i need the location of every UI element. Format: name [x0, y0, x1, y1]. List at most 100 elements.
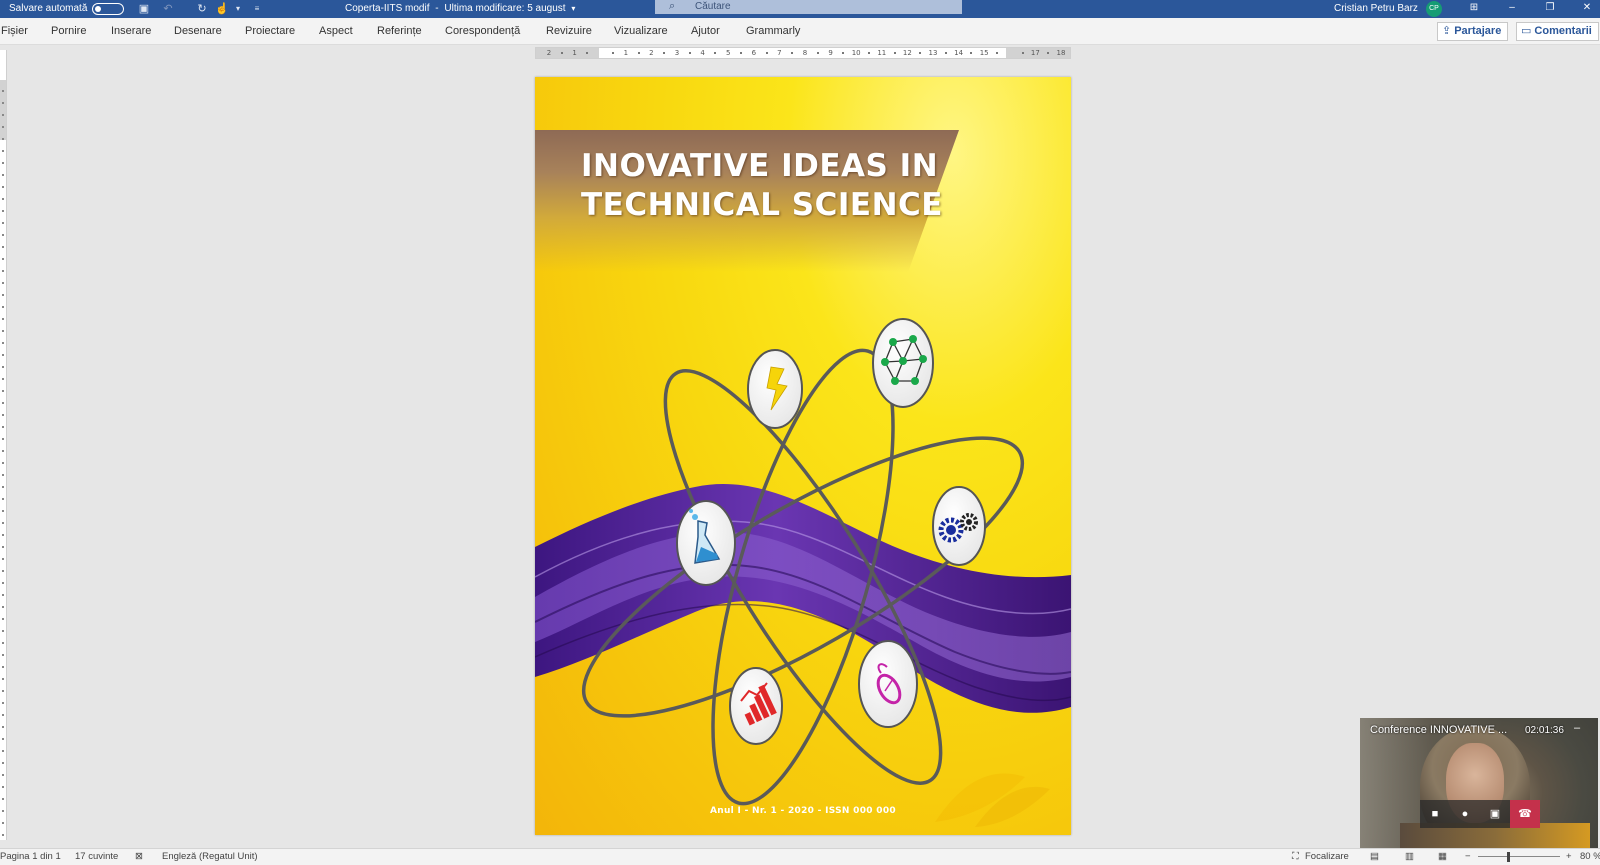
chevron-down-icon: ▾ [571, 4, 576, 13]
read-mode-icon[interactable]: ▤ [1370, 849, 1379, 865]
comments-button[interactable]: ▭ Comentarii [1516, 22, 1599, 41]
touch-mode-icon[interactable]: ☝ [214, 1, 230, 17]
ruler-label: 6 [751, 49, 757, 57]
ruler-tick [688, 52, 691, 54]
tab-file[interactable]: Fișier [1, 18, 28, 45]
ruler-tick [2, 342, 4, 344]
ruler-tick [2, 234, 4, 236]
restore-icon[interactable]: ❐ [1538, 0, 1562, 18]
share-icon: ⇪ [1442, 25, 1452, 37]
ruler-tick [2, 354, 4, 356]
print-layout-icon[interactable]: ▥ [1405, 849, 1414, 865]
tab-grammarly[interactable]: Grammarly [746, 18, 800, 45]
search-input[interactable]: ⌕ Căutare [655, 0, 962, 14]
title-separator: - [435, 3, 439, 14]
ruler-label: 18 [1056, 49, 1066, 57]
ruler-tick [842, 52, 845, 54]
save-icon[interactable]: ▣ [136, 1, 152, 17]
video-call-window[interactable]: Conference INNOVATIVE ... 02:01:36 – ■ ●… [1360, 718, 1598, 853]
ruler-tick [2, 198, 4, 200]
horizontal-ruler[interactable]: 2 1 1 2 3 4 5 6 7 8 9 10 11 12 13 14 15 17 18 [535, 47, 1071, 59]
ruler-tick [2, 486, 4, 488]
undo-icon[interactable]: ↶ [160, 1, 176, 17]
ruler-tick [2, 330, 4, 332]
ruler-tick [2, 606, 4, 608]
ruler-label: 8 [802, 49, 808, 57]
ruler-tick [2, 810, 4, 812]
word-count[interactable]: 17 cuvinte [75, 849, 118, 865]
autosave-label: Salvare automată [9, 3, 88, 14]
tab-review[interactable]: Revizuire [546, 18, 592, 45]
focus-mode-icon[interactable]: ⛶ [1292, 849, 1299, 865]
ruler-tick [2, 426, 4, 428]
zoom-level[interactable]: 80 % [1580, 849, 1600, 865]
tab-layout[interactable]: Aspect [319, 18, 353, 45]
web-layout-icon[interactable]: ▦ [1438, 849, 1447, 865]
zoom-in-button[interactable]: + [1566, 849, 1572, 865]
ruler-tick [2, 318, 4, 320]
touch-dropdown-icon[interactable]: ▾ [230, 1, 246, 17]
autosave-toggle[interactable] [92, 3, 124, 15]
ruler-tick [2, 690, 4, 692]
close-icon[interactable]: ✕ [1575, 0, 1599, 18]
customize-toolbar-icon[interactable]: ≡ [249, 1, 265, 17]
minimize-icon[interactable]: – [1500, 0, 1524, 18]
ruler-tick [2, 210, 4, 212]
ribbon-display-icon[interactable]: ⊞ [1462, 0, 1486, 18]
microphone-icon[interactable]: ● [1450, 800, 1480, 828]
document-page[interactable]: INOVATIVE IDEAS IN TECHNICAL SCIENCE Anu… [535, 77, 1071, 835]
ruler-tick [560, 52, 563, 54]
ruler-tick [2, 102, 4, 104]
tab-draw[interactable]: Desenare [174, 18, 222, 45]
vertical-ruler[interactable] [0, 50, 7, 840]
focus-mode-button[interactable]: Focalizare [1305, 849, 1349, 865]
ruler-tick [612, 52, 614, 54]
redo-icon[interactable]: ↻ [194, 1, 210, 17]
ruler-label: 9 [828, 49, 833, 57]
tab-home[interactable]: Pornire [51, 18, 86, 45]
ruler-label: 10 [851, 49, 861, 57]
document-title[interactable]: Coperta-IITS modif - Ultima modificare: … [345, 0, 575, 18]
zoom-out-button[interactable]: − [1465, 849, 1471, 865]
tab-help[interactable]: Ajutor [691, 18, 720, 45]
ruler-tick [2, 414, 4, 416]
ruler-tick [1047, 52, 1050, 54]
ruler-tick [2, 162, 4, 164]
proofing-icon[interactable]: ⊠ [135, 849, 143, 865]
tab-insert[interactable]: Inserare [111, 18, 151, 45]
user-name[interactable]: Cristian Petru Barz [1334, 0, 1418, 18]
tab-references[interactable]: Referințe [377, 18, 422, 45]
camera-icon[interactable]: ■ [1420, 800, 1450, 828]
ruler-tick [2, 834, 4, 836]
ruler-tick [1021, 52, 1024, 54]
share-screen-icon[interactable]: ▣ [1480, 800, 1510, 828]
tab-mailings[interactable]: Corespondență [445, 18, 520, 45]
zoom-slider[interactable] [1478, 856, 1560, 857]
language[interactable]: Engleză (Regatul Unit) [162, 849, 258, 865]
share-button[interactable]: ⇪ Partajare [1437, 22, 1509, 41]
ruler-tick [765, 52, 768, 54]
page-count[interactable]: Pagina 1 din 1 [0, 849, 61, 865]
minimize-call-button[interactable]: – [1574, 722, 1580, 734]
bar-chart-icon [729, 667, 783, 745]
zoom-slider-handle[interactable] [1507, 852, 1510, 862]
ruler-tick [663, 52, 666, 54]
flask-icon [676, 500, 736, 586]
ruler-tick [2, 246, 4, 248]
tab-design[interactable]: Proiectare [245, 18, 295, 45]
ruler-tick [2, 642, 4, 644]
avatar[interactable]: CP [1426, 1, 1442, 17]
ruler-tick [2, 582, 4, 584]
ruler-tick [868, 52, 870, 54]
ruler-tick [586, 52, 589, 54]
ribbon-tabs: Fișier Pornire Inserare Desenare Proiect… [0, 18, 1600, 45]
ruler-tick [2, 222, 4, 224]
call-timer: 02:01:36 [1525, 725, 1564, 736]
call-controls: ■ ● ▣ ☎ [1420, 800, 1540, 828]
ruler-tick [2, 570, 4, 572]
ruler-tick [2, 534, 4, 536]
tab-view[interactable]: Vizualizare [614, 18, 668, 45]
hang-up-icon[interactable]: ☎ [1510, 800, 1540, 828]
ruler-tick [2, 714, 4, 716]
ruler-label: 2 [649, 49, 654, 57]
